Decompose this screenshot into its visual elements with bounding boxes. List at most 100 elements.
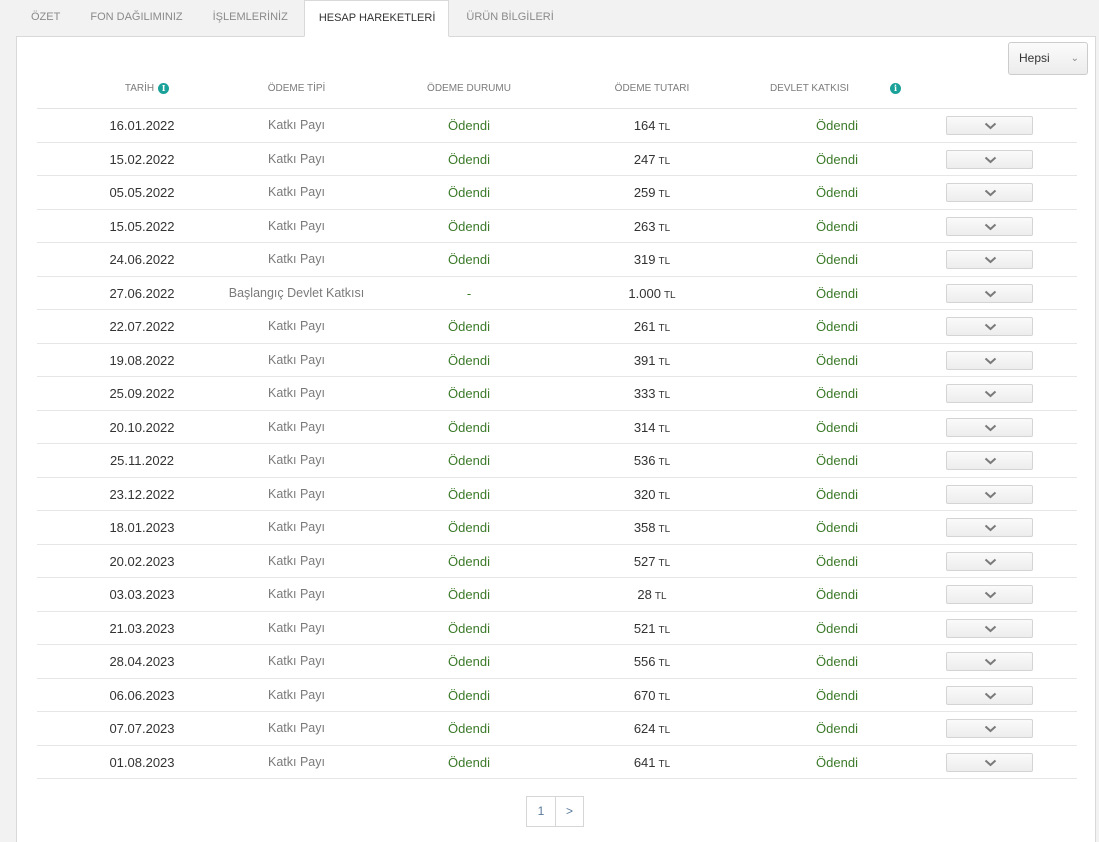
expand-row-button[interactable] (946, 652, 1033, 671)
expand-row-button[interactable] (946, 417, 1033, 437)
cell-gov-contribution: Ödendi (816, 687, 858, 703)
cell-amount: 536 TL (582, 444, 722, 477)
cell-date: 19.08.2022 (109, 352, 175, 368)
chevron-down-icon (984, 390, 997, 398)
expand-row-button[interactable] (946, 317, 1033, 336)
cell-payment-status: Ödendi (448, 721, 490, 736)
expand-row-button[interactable] (946, 451, 1033, 470)
cell-amount: 319 TL (582, 243, 722, 276)
currency-label: TL (658, 557, 671, 569)
cell-payment-type: Katkı Payı (268, 151, 325, 166)
expand-row-button[interactable] (946, 551, 1033, 571)
table-row: 19.08.2022 Katkı Payı Ödendi 391 TL Ödendi (37, 344, 1077, 377)
cell-gov-contribution: Ödendi (816, 553, 858, 569)
cell-payment-status: Ödendi (448, 218, 490, 234)
chevron-down-icon (984, 625, 997, 632)
cell-amount: 247 TL (582, 143, 722, 176)
tab-islemleriniz[interactable]: İŞLEMLERİNİZ (198, 0, 304, 36)
chevron-down-icon (984, 357, 997, 364)
cell-payment-status: - (466, 285, 472, 301)
cell-gov-contribution: Ödendi (816, 185, 858, 200)
cell-amount: 521 TL (582, 612, 722, 645)
amount-value: 670 (633, 687, 656, 703)
next-page-button[interactable]: > (555, 797, 583, 826)
cell-payment-status: Ödendi (448, 352, 490, 368)
cell-gov-contribution: Ödendi (816, 352, 858, 368)
info-icon[interactable]: i (890, 83, 901, 94)
cell-payment-type: Katkı Payı (268, 553, 325, 568)
currency-label: TL (658, 256, 671, 267)
currency-label: TL (658, 658, 671, 669)
cell-amount: 556 TL (582, 645, 722, 678)
page-number-button[interactable]: 1 (527, 797, 555, 826)
cell-gov-contribution: Ödendi (816, 419, 858, 435)
tab-fon-dagiliminiz[interactable]: FON DAĞILIMINIZ (76, 0, 197, 36)
currency-label: TL (658, 457, 671, 468)
chevron-down-icon (984, 725, 997, 733)
currency-label: TL (658, 356, 671, 368)
info-icon[interactable]: i (158, 83, 170, 94)
tab-hesap-hareketleri[interactable]: HESAP HAREKETLERİ (303, 0, 450, 37)
chevron-down-icon (984, 424, 997, 431)
expand-row-button[interactable] (946, 484, 1033, 504)
column-header-date-label: TARİH (124, 83, 155, 94)
table-row: 07.07.2023 Katkı Payı Ödendi 624 TL Ödendi (37, 712, 1077, 746)
expand-row-button[interactable] (946, 283, 1033, 303)
cell-payment-status: Ödendi (448, 520, 490, 535)
amount-value: 261 (633, 319, 656, 334)
cell-gov-contribution: Ödendi (816, 721, 858, 736)
table-row: 23.12.2022 Katkı Payı Ödendi 320 TL Ödendi (37, 478, 1077, 511)
table-row: 21.03.2023 Katkı Payı Ödendi 521 TL Ödendi (37, 612, 1077, 645)
filter-select[interactable]: Hepsi ⌄ (1008, 42, 1088, 75)
cell-gov-contribution: Ödendi (816, 252, 858, 267)
cell-payment-status: Ödendi (448, 754, 490, 770)
currency-label: TL (658, 390, 671, 401)
column-header-type: ÖDEME TİPİ (267, 83, 326, 94)
cell-payment-status: Ödendi (448, 620, 490, 636)
cell-payment-type: Katkı Payı (268, 218, 325, 233)
amount-value: 391 (633, 352, 656, 368)
expand-row-button[interactable] (946, 250, 1033, 269)
expand-row-button[interactable] (946, 752, 1033, 772)
tab-bar: ÖZET FON DAĞILIMINIZ İŞLEMLERİNİZ HESAP … (16, 0, 568, 37)
tab-urun-bilgileri[interactable]: ÜRÜN BİLGİLERİ (449, 0, 567, 36)
cell-date: 22.07.2022 (109, 319, 175, 334)
cell-amount: 641 TL (582, 746, 722, 779)
expand-row-button[interactable] (946, 216, 1033, 236)
expand-row-button[interactable] (946, 719, 1033, 738)
amount-value: 527 (633, 553, 656, 569)
cell-payment-status: Ödendi (448, 252, 490, 267)
cell-gov-contribution: Ödendi (816, 218, 858, 234)
expand-row-button[interactable] (946, 618, 1033, 638)
chevron-down-icon (984, 156, 997, 163)
tab-ozet[interactable]: ÖZET (16, 0, 76, 36)
expand-row-button[interactable] (946, 149, 1033, 169)
cell-date: 07.07.2023 (109, 721, 175, 736)
expand-row-button[interactable] (946, 585, 1033, 604)
chevron-down-icon (984, 223, 997, 230)
cell-payment-type: Katkı Payı (268, 687, 325, 702)
currency-label: TL (658, 490, 671, 502)
amount-value: 641 (633, 754, 656, 770)
expand-row-button[interactable] (946, 518, 1033, 537)
table-row: 25.11.2022 Katkı Payı Ödendi 536 TL Ödendi (37, 444, 1077, 478)
amount-value: 319 (633, 252, 656, 267)
table-row: 20.10.2022 Katkı Payı Ödendi 314 TL Ödendi (37, 411, 1077, 444)
cell-payment-type: Katkı Payı (268, 319, 325, 333)
column-header-date: TARİH i (97, 81, 197, 97)
amount-value: 259 (633, 185, 656, 200)
cell-date: 15.05.2022 (109, 218, 175, 234)
chevron-down-icon (984, 256, 997, 264)
amount-value: 521 (633, 620, 656, 636)
expand-row-button[interactable] (946, 183, 1033, 202)
expand-row-button[interactable] (946, 116, 1033, 135)
cell-amount: 28 TL (582, 578, 722, 611)
filter-select-value: Hepsi (1019, 51, 1050, 65)
expand-row-button[interactable] (946, 685, 1033, 705)
cell-payment-status: Ödendi (448, 553, 490, 569)
expand-row-button[interactable] (946, 350, 1033, 370)
cell-payment-status: Ödendi (448, 151, 490, 167)
chevron-down-icon: ⌄ (1070, 53, 1079, 64)
cell-amount: 259 TL (582, 176, 722, 209)
expand-row-button[interactable] (946, 384, 1033, 403)
